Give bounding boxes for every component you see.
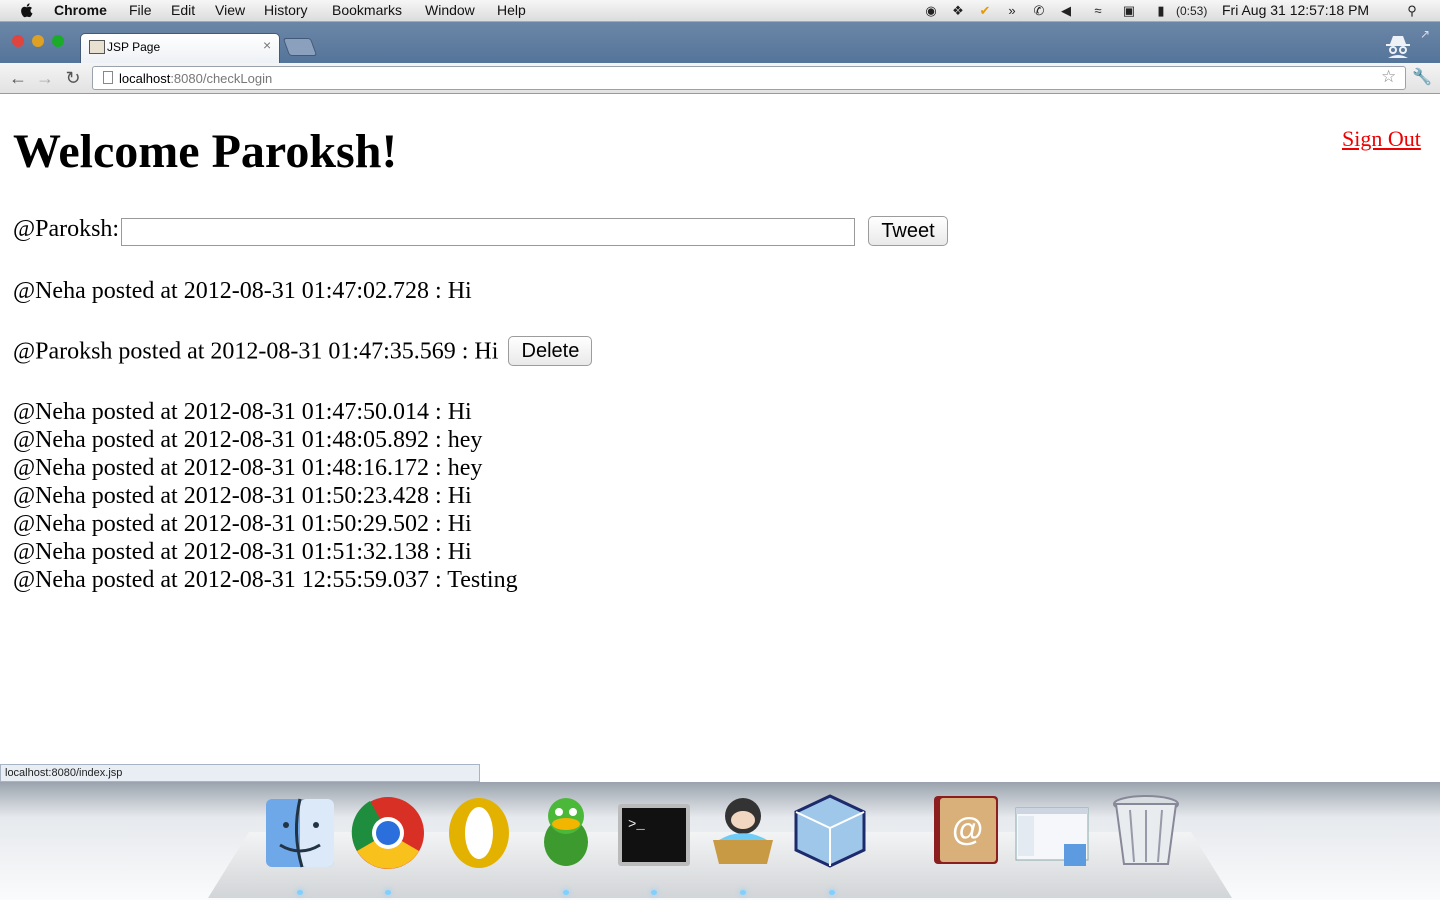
- volume-icon[interactable]: ◀: [1058, 3, 1074, 19]
- virtualbox-icon[interactable]: [792, 792, 868, 868]
- post-item: @Neha posted at 2012-08-31 01:48:05.892 …: [13, 427, 483, 453]
- post-item: @Neha posted at 2012-08-31 12:55:59.037 …: [13, 567, 518, 593]
- tweet-button[interactable]: Tweet: [868, 216, 948, 246]
- menu-history[interactable]: History: [264, 2, 308, 18]
- post-item: @Neha posted at 2012-08-31 01:50:29.502 …: [13, 511, 472, 537]
- running-indicator: [563, 890, 569, 895]
- url-path: :8080/checkLogin: [170, 71, 273, 86]
- tweet-input[interactable]: [121, 218, 855, 246]
- running-indicator: [740, 890, 746, 895]
- address-book-icon[interactable]: @: [928, 792, 1004, 868]
- status-bubble: localhost:8080/index.jsp: [0, 764, 480, 782]
- post-item-own: @Paroksh posted at 2012-08-31 01:47:35.5…: [13, 336, 593, 368]
- tab-close-icon[interactable]: ×: [263, 37, 271, 53]
- trash-icon[interactable]: [1108, 792, 1184, 868]
- battery-time: (0:53): [1176, 4, 1208, 18]
- url-text: localhost:8080/checkLogin: [119, 71, 272, 86]
- post-item: @Neha posted at 2012-08-31 01:51:32.138 …: [13, 539, 472, 565]
- chevrons-icon[interactable]: »: [1004, 3, 1020, 19]
- sign-out-link[interactable]: Sign Out: [1342, 126, 1421, 152]
- apple-icon[interactable]: [18, 1, 36, 19]
- menu-app-name[interactable]: Chrome: [54, 2, 107, 18]
- running-indicator: [829, 890, 835, 895]
- chrome-icon[interactable]: [350, 795, 426, 871]
- spotlight-search-icon[interactable]: ⚲: [1404, 3, 1420, 19]
- close-window-icon[interactable]: [12, 35, 24, 47]
- page-title: Welcome Paroksh!: [13, 125, 398, 178]
- bookmark-star-icon[interactable]: ☆: [1381, 67, 1396, 87]
- adium-icon[interactable]: [528, 792, 604, 868]
- opera-icon[interactable]: [441, 795, 517, 871]
- battery-icon[interactable]: ▮: [1150, 3, 1172, 19]
- post-text: @Paroksh posted at 2012-08-31 01:47:35.5…: [13, 338, 499, 365]
- running-indicator: [385, 890, 391, 895]
- wifi-icon[interactable]: ≈: [1090, 3, 1106, 19]
- post-item: @Neha posted at 2012-08-31 01:48:16.172 …: [13, 455, 483, 481]
- forward-arrow-icon[interactable]: →: [35, 68, 55, 88]
- tab-title: JSP Page: [107, 40, 161, 54]
- clock[interactable]: Fri Aug 31 12:57:18 PM: [1222, 2, 1369, 18]
- dropbox-icon[interactable]: ❖: [950, 3, 966, 19]
- tweet-label: @Paroksh:: [13, 216, 120, 242]
- phone-icon[interactable]: ✆: [1031, 3, 1047, 19]
- minimize-window-icon[interactable]: [32, 35, 44, 47]
- running-indicator: [297, 890, 303, 895]
- svg-text:@: @: [952, 811, 983, 847]
- wrench-menu-icon[interactable]: 🔧: [1412, 67, 1432, 87]
- delete-button[interactable]: Delete: [508, 336, 593, 366]
- tab-jsp-page[interactable]: JSP Page ×: [80, 33, 280, 63]
- menu-file[interactable]: File: [129, 2, 152, 18]
- terminal-icon[interactable]: >_: [616, 798, 692, 874]
- menu-bar: Chrome File Edit View History Bookmarks …: [0, 0, 1440, 22]
- status-agent-icon[interactable]: ◉: [923, 3, 939, 19]
- page-content: Welcome Paroksh! Sign Out @Paroksh: Twee…: [0, 94, 1440, 782]
- finder-icon[interactable]: [262, 795, 338, 871]
- menu-bookmarks[interactable]: Bookmarks: [332, 2, 402, 18]
- menu-window[interactable]: Window: [425, 2, 475, 18]
- address-bar[interactable]: localhost:8080/checkLogin ☆: [92, 66, 1406, 90]
- favicon-icon: [89, 40, 105, 54]
- post-item: @Neha posted at 2012-08-31 01:47:02.728 …: [13, 278, 472, 304]
- fullscreen-icon[interactable]: ↗: [1420, 27, 1434, 41]
- menu-view[interactable]: View: [215, 2, 245, 18]
- menu-help[interactable]: Help: [497, 2, 526, 18]
- zoom-window-icon[interactable]: [52, 35, 64, 47]
- back-arrow-icon[interactable]: ←: [8, 68, 28, 88]
- menu-edit[interactable]: Edit: [171, 2, 195, 18]
- preview-window-icon[interactable]: [1014, 796, 1090, 872]
- github-icon[interactable]: [705, 790, 781, 866]
- lock-icon[interactable]: ▣: [1121, 3, 1137, 19]
- incognito-icon: [1386, 36, 1410, 58]
- post-item: @Neha posted at 2012-08-31 01:50:23.428 …: [13, 483, 472, 509]
- page-icon: [103, 71, 113, 84]
- running-indicator: [651, 890, 657, 895]
- url-host: localhost: [119, 71, 171, 86]
- post-item: @Neha posted at 2012-08-31 01:47:50.014 …: [13, 399, 472, 425]
- reload-icon[interactable]: ↻: [63, 68, 83, 88]
- browser-toolbar: ← → ↻ localhost:8080/checkLogin ☆: [0, 63, 1440, 94]
- tasks-check-icon[interactable]: ✔: [977, 3, 993, 19]
- svg-text:>_: >_: [628, 817, 645, 833]
